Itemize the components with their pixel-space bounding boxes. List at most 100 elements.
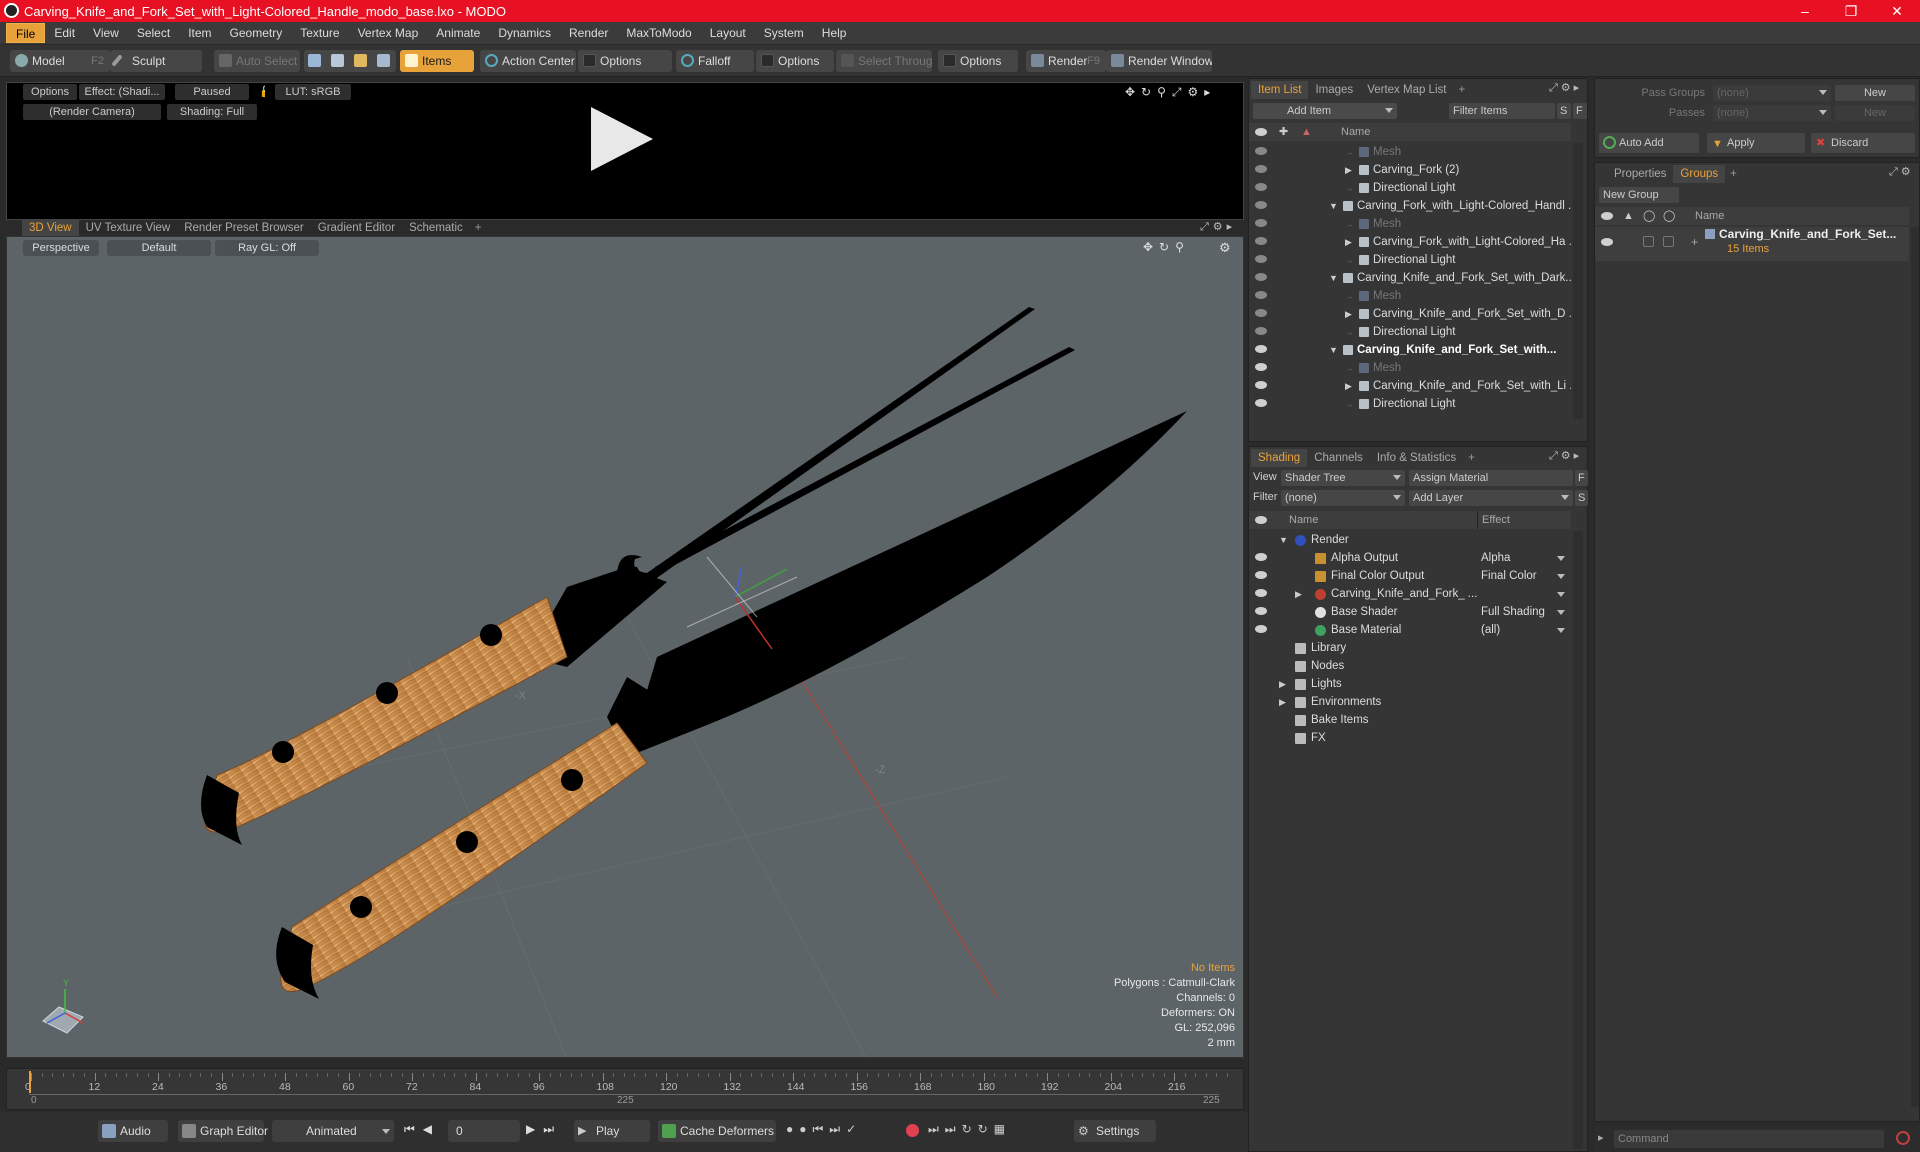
frame-input[interactable]: 0 [448, 1120, 520, 1142]
shading-s-button[interactable]: S [1575, 490, 1588, 506]
visibility-eye-icon[interactable] [1255, 363, 1267, 371]
preview-options-button[interactable]: Options [23, 84, 77, 100]
pass-groups-dropdown[interactable]: (none) [1713, 85, 1831, 101]
menu-file[interactable]: File [6, 23, 46, 43]
auto-select-button[interactable]: Auto Select [214, 50, 300, 72]
item-list-row[interactable]: → Directional Light [1249, 323, 1571, 341]
visibility-eye-icon[interactable] [1255, 571, 1267, 579]
item-list-s-button[interactable]: S [1557, 103, 1571, 119]
menu-dynamics[interactable]: Dynamics [489, 23, 560, 43]
tab-vertex-map-list[interactable]: Vertex Map List [1360, 81, 1453, 99]
item-list-row[interactable]: → Directional Light [1249, 395, 1571, 413]
shader-tree-row[interactable]: Nodes [1249, 657, 1571, 675]
menu-vertex-map[interactable]: Vertex Map [349, 23, 428, 43]
menu-layout[interactable]: Layout [701, 23, 755, 43]
item-list-row[interactable]: ▶ Carving_Fork (2) [1249, 161, 1571, 179]
item-list-row[interactable]: ▼ Carving_Knife_and_Fork_Set_with_Dark... [1249, 269, 1571, 287]
preview-nav-icons[interactable]: ✥↻⚲⤢⚙▸ [1125, 85, 1216, 100]
tab-schematic[interactable]: Schematic [402, 219, 470, 237]
new-pass-group-button[interactable]: New [1835, 85, 1915, 101]
action-center-button[interactable]: Action Center [480, 50, 576, 72]
item-list-add-tab[interactable]: + [1453, 81, 1470, 99]
shading-add-tab[interactable]: + [1463, 449, 1480, 467]
item-list-row[interactable]: ▼ Carving_Fork_with_Light-Colored_Handl .… [1249, 197, 1571, 215]
play-render-icon[interactable] [591, 107, 653, 171]
groups-scrollbar[interactable] [1911, 227, 1919, 1107]
tab-groups[interactable]: Groups [1673, 165, 1726, 183]
falloff-button[interactable]: Falloff [676, 50, 754, 72]
key-nav-icons[interactable]: ⏭⏭↻↻▦ [928, 1122, 1011, 1137]
collapse-arrow-icon[interactable]: ▼ [1329, 341, 1338, 359]
new-pass-button[interactable]: New [1835, 105, 1915, 121]
expand-arrow-icon[interactable]: ▶ [1279, 693, 1286, 711]
menu-view[interactable]: View [84, 23, 128, 43]
lut-dropdown[interactable]: LUT: sRGB [275, 84, 351, 100]
menu-render[interactable]: Render [560, 23, 617, 43]
falloff-options-button[interactable]: Options [756, 50, 834, 72]
shading-panel-icons[interactable]: ⤢⚙▸ [1549, 449, 1582, 463]
visibility-eye-icon[interactable] [1255, 183, 1267, 191]
item-list-row[interactable]: ▶ Carving_Knife_and_Fork_Set_with_D ... [1249, 305, 1571, 323]
shader-effect-dropdown[interactable]: (all) [1481, 621, 1569, 639]
shader-tree-row[interactable]: ▶ Environments [1249, 693, 1571, 711]
timeline-playhead[interactable] [29, 1071, 31, 1093]
group-row[interactable]: + Carving_Knife_and_Fork_Set... 15 Items [1595, 227, 1909, 261]
visibility-eye-icon[interactable] [1255, 237, 1267, 245]
visibility-eye-icon[interactable] [1255, 381, 1267, 389]
collapse-arrow-icon[interactable]: ▼ [1329, 269, 1338, 287]
shading-dropdown[interactable]: Shading: Full [167, 104, 257, 120]
shader-tree-scrollbar[interactable] [1573, 531, 1583, 1149]
minimize-icon[interactable]: – [1782, 0, 1828, 22]
select-through-button[interactable]: Select Through [836, 50, 932, 72]
shader-effect-dropdown[interactable]: Alpha [1481, 549, 1569, 567]
3d-viewport[interactable]: Perspective Default Ray GL: Off ✥↻⚲ ⚙ -X… [6, 236, 1244, 1058]
expand-arrow-icon[interactable]: ▶ [1345, 233, 1352, 251]
shader-tree-row[interactable]: Final Color Output Final Color [1249, 567, 1571, 585]
play-button[interactable]: ▶ Play [574, 1120, 650, 1142]
select-through-options-button[interactable]: Options [938, 50, 1018, 72]
visibility-eye-icon[interactable] [1255, 147, 1267, 155]
add-tab-button[interactable]: + [470, 219, 487, 237]
visibility-eye-icon[interactable] [1255, 589, 1267, 597]
apply-button[interactable]: ▼ Apply [1707, 133, 1805, 153]
close-icon[interactable]: ✕ [1874, 0, 1920, 22]
item-list-row[interactable]: → Mesh [1249, 359, 1571, 377]
visibility-eye-icon[interactable] [1255, 273, 1267, 281]
item-list-row[interactable]: ▶ Carving_Fork_with_Light-Colored_Ha ... [1249, 233, 1571, 251]
expand-arrow-icon[interactable]: ▶ [1345, 161, 1352, 179]
item-list-scrollbar[interactable] [1573, 143, 1583, 419]
cache-deformers-button[interactable]: Cache Deformers [658, 1120, 776, 1142]
visibility-eye-icon[interactable] [1255, 255, 1267, 263]
passes-dropdown[interactable]: (none) [1713, 105, 1831, 121]
tab-info-statistics[interactable]: Info & Statistics [1370, 449, 1463, 467]
add-item-dropdown[interactable]: Add Item [1253, 103, 1397, 119]
shader-tree-row[interactable]: Base Shader Full Shading [1249, 603, 1571, 621]
item-list-row[interactable]: ▶ Carving_Knife_and_Fork_Set_with_Li ... [1249, 377, 1571, 395]
visibility-eye-icon[interactable] [1255, 219, 1267, 227]
camera-dropdown[interactable]: (Render Camera) [23, 104, 161, 120]
visibility-eye-icon[interactable] [1255, 399, 1267, 407]
item-list-row[interactable]: → Mesh [1249, 287, 1571, 305]
record-icon[interactable] [906, 1124, 919, 1137]
menu-select[interactable]: Select [128, 23, 179, 43]
expand-arrow-icon[interactable]: ▶ [1279, 675, 1286, 693]
expand-arrow-icon[interactable]: ▶ [1295, 585, 1302, 603]
menu-help[interactable]: Help [813, 23, 856, 43]
tab-shading[interactable]: Shading [1251, 449, 1308, 467]
item-list-row[interactable]: → Directional Light [1249, 251, 1571, 269]
shader-tree-row[interactable]: Alpha Output Alpha [1249, 549, 1571, 567]
group-lock-checkbox[interactable] [1643, 236, 1654, 247]
auto-add-button[interactable]: Auto Add [1599, 133, 1699, 153]
visibility-eye-icon[interactable] [1255, 327, 1267, 335]
transport-back-icons[interactable]: ⏮◀ [404, 1122, 440, 1137]
expand-arrow-icon[interactable]: ▶ [1345, 377, 1352, 395]
key-tools-icons[interactable]: ●●⏮⏭✓ [786, 1122, 862, 1137]
shading-f-button[interactable]: F [1575, 470, 1588, 486]
polygon-mode-icon[interactable] [354, 54, 367, 67]
visibility-eye-icon[interactable] [1255, 345, 1267, 353]
tab-channels[interactable]: Channels [1307, 449, 1370, 467]
items-mode-button[interactable]: Items [400, 50, 474, 72]
tab-item-list[interactable]: Item List [1251, 81, 1309, 99]
menu-edit[interactable]: Edit [45, 23, 84, 43]
groups-add-tab[interactable]: + [1725, 165, 1742, 183]
